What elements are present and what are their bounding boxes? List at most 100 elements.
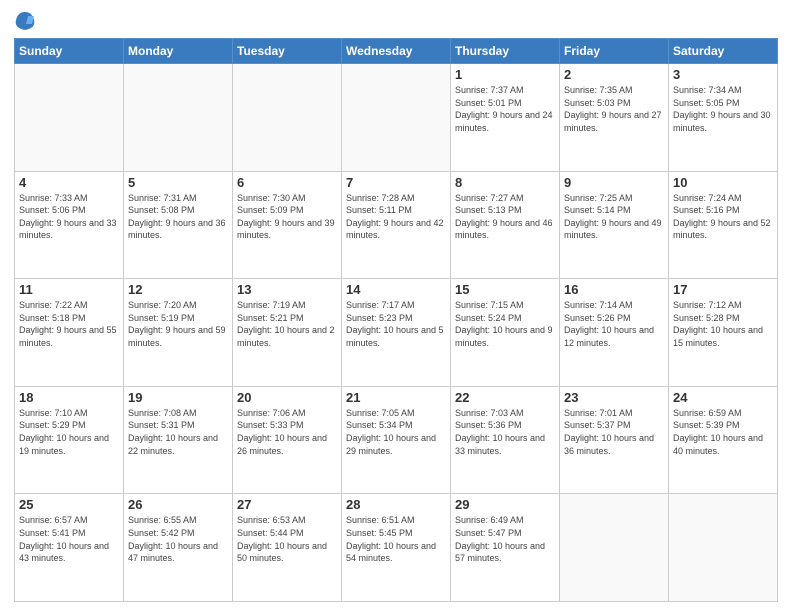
day-number: 17 [673,282,773,297]
empty-cell [342,64,451,172]
day-number: 5 [128,175,228,190]
day-info: Sunrise: 7:03 AM Sunset: 5:36 PM Dayligh… [455,407,555,457]
day-cell-27: 27 Sunrise: 6:53 AM Sunset: 5:44 PM Dayli… [233,494,342,602]
day-info: Sunrise: 7:30 AM Sunset: 5:09 PM Dayligh… [237,192,337,242]
day-number: 27 [237,497,337,512]
day-info: Sunrise: 6:53 AM Sunset: 5:44 PM Dayligh… [237,514,337,564]
day-info: Sunrise: 7:10 AM Sunset: 5:29 PM Dayligh… [19,407,119,457]
col-header-thursday: Thursday [451,39,560,64]
day-number: 26 [128,497,228,512]
day-cell-18: 18Sunrise: 7:10 AM Sunset: 5:29 PM Dayli… [15,386,124,494]
empty-cell [124,64,233,172]
week-row-4: 18Sunrise: 7:10 AM Sunset: 5:29 PM Dayli… [15,386,778,494]
day-info: Sunrise: 7:15 AM Sunset: 5:24 PM Dayligh… [455,299,555,349]
day-cell-20: 20 Sunrise: 7:06 AM Sunset: 5:33 PM Dayli… [233,386,342,494]
day-number: 23 [564,390,664,405]
day-cell-9: 9 Sunrise: 7:25 AM Sunset: 5:14 PM Daylig… [560,171,669,279]
logo-area [14,10,40,32]
day-info: Sunrise: 7:06 AM Sunset: 5:33 PM Dayligh… [237,407,337,457]
day-info: Sunrise: 7:27 AM Sunset: 5:13 PM Dayligh… [455,192,555,242]
day-info: Sunrise: 7:12 AM Sunset: 5:28 PM Dayligh… [673,299,773,349]
col-header-wednesday: Wednesday [342,39,451,64]
day-number: 4 [19,175,119,190]
day-info: Sunrise: 7:37 AM Sunset: 5:01 PM Dayligh… [455,84,555,134]
day-number: 3 [673,67,773,82]
day-number: 1 [455,67,555,82]
day-cell-12: 12 Sunrise: 7:20 AM Sunset: 5:19 PM Dayli… [124,279,233,387]
day-cell-19: 19Sunrise: 7:08 AM Sunset: 5:31 PM Dayli… [124,386,233,494]
day-info: Sunrise: 6:57 AM Sunset: 5:41 PM Dayligh… [19,514,119,564]
day-info: Sunrise: 7:20 AM Sunset: 5:19 PM Dayligh… [128,299,228,349]
day-info: Sunrise: 7:33 AM Sunset: 5:06 PM Dayligh… [19,192,119,242]
day-number: 12 [128,282,228,297]
day-number: 10 [673,175,773,190]
week-row-5: 25 Sunrise: 6:57 AM Sunset: 5:41 PM Dayli… [15,494,778,602]
empty-cell [560,494,669,602]
day-number: 22 [455,390,555,405]
col-header-saturday: Saturday [669,39,778,64]
day-number: 7 [346,175,446,190]
day-info: Sunrise: 6:51 AM Sunset: 5:45 PM Dayligh… [346,514,446,564]
day-info: Sunrise: 6:59 AM Sunset: 5:39 PM Dayligh… [673,407,773,457]
day-info: Sunrise: 7:34 AM Sunset: 5:05 PM Dayligh… [673,84,773,134]
day-cell-6: 6 Sunrise: 7:30 AM Sunset: 5:09 PM Daylig… [233,171,342,279]
day-cell-15: 15 Sunrise: 7:15 AM Sunset: 5:24 PM Dayli… [451,279,560,387]
empty-cell [15,64,124,172]
empty-cell [233,64,342,172]
col-header-sunday: Sunday [15,39,124,64]
day-info: Sunrise: 7:01 AM Sunset: 5:37 PM Dayligh… [564,407,664,457]
col-header-friday: Friday [560,39,669,64]
day-number: 6 [237,175,337,190]
day-number: 16 [564,282,664,297]
day-number: 13 [237,282,337,297]
day-number: 28 [346,497,446,512]
day-number: 19 [128,390,228,405]
week-row-1: 1 Sunrise: 7:37 AM Sunset: 5:01 PM Daylig… [15,64,778,172]
day-info: Sunrise: 7:19 AM Sunset: 5:21 PM Dayligh… [237,299,337,349]
week-row-3: 11Sunrise: 7:22 AM Sunset: 5:18 PM Dayli… [15,279,778,387]
day-cell-25: 25 Sunrise: 6:57 AM Sunset: 5:41 PM Dayli… [15,494,124,602]
day-cell-4: 4 Sunrise: 7:33 AM Sunset: 5:06 PM Daylig… [15,171,124,279]
calendar-table: SundayMondayTuesdayWednesdayThursdayFrid… [14,38,778,602]
day-info: Sunrise: 6:55 AM Sunset: 5:42 PM Dayligh… [128,514,228,564]
logo [14,10,40,32]
calendar-header-row: SundayMondayTuesdayWednesdayThursdayFrid… [15,39,778,64]
day-info: Sunrise: 6:49 AM Sunset: 5:47 PM Dayligh… [455,514,555,564]
day-cell-23: 23 Sunrise: 7:01 AM Sunset: 5:37 PM Dayli… [560,386,669,494]
day-cell-16: 16Sunrise: 7:14 AM Sunset: 5:26 PM Dayli… [560,279,669,387]
day-cell-24: 24Sunrise: 6:59 AM Sunset: 5:39 PM Dayli… [669,386,778,494]
logo-icon [14,10,36,32]
day-cell-5: 5Sunrise: 7:31 AM Sunset: 5:08 PM Daylig… [124,171,233,279]
day-number: 9 [564,175,664,190]
day-cell-10: 10 Sunrise: 7:24 AM Sunset: 5:16 PM Dayli… [669,171,778,279]
col-header-tuesday: Tuesday [233,39,342,64]
empty-cell [669,494,778,602]
day-cell-14: 14Sunrise: 7:17 AM Sunset: 5:23 PM Dayli… [342,279,451,387]
day-number: 11 [19,282,119,297]
day-number: 20 [237,390,337,405]
day-cell-21: 21 Sunrise: 7:05 AM Sunset: 5:34 PM Dayli… [342,386,451,494]
day-info: Sunrise: 7:35 AM Sunset: 5:03 PM Dayligh… [564,84,664,134]
day-cell-13: 13 Sunrise: 7:19 AM Sunset: 5:21 PM Dayli… [233,279,342,387]
day-number: 21 [346,390,446,405]
day-number: 29 [455,497,555,512]
day-cell-28: 28 Sunrise: 6:51 AM Sunset: 5:45 PM Dayli… [342,494,451,602]
header [14,10,778,32]
day-info: Sunrise: 7:05 AM Sunset: 5:34 PM Dayligh… [346,407,446,457]
col-header-monday: Monday [124,39,233,64]
day-cell-11: 11Sunrise: 7:22 AM Sunset: 5:18 PM Dayli… [15,279,124,387]
week-row-2: 4 Sunrise: 7:33 AM Sunset: 5:06 PM Daylig… [15,171,778,279]
day-number: 2 [564,67,664,82]
day-number: 14 [346,282,446,297]
day-number: 15 [455,282,555,297]
day-info: Sunrise: 7:24 AM Sunset: 5:16 PM Dayligh… [673,192,773,242]
day-number: 8 [455,175,555,190]
day-cell-26: 26 Sunrise: 6:55 AM Sunset: 5:42 PM Dayli… [124,494,233,602]
day-info: Sunrise: 7:28 AM Sunset: 5:11 PM Dayligh… [346,192,446,242]
day-info: Sunrise: 7:25 AM Sunset: 5:14 PM Dayligh… [564,192,664,242]
day-cell-22: 22 Sunrise: 7:03 AM Sunset: 5:36 PM Dayli… [451,386,560,494]
page: SundayMondayTuesdayWednesdayThursdayFrid… [0,0,792,612]
day-number: 25 [19,497,119,512]
day-cell-2: 2 Sunrise: 7:35 AM Sunset: 5:03 PM Daylig… [560,64,669,172]
day-cell-29: 29 Sunrise: 6:49 AM Sunset: 5:47 PM Dayli… [451,494,560,602]
